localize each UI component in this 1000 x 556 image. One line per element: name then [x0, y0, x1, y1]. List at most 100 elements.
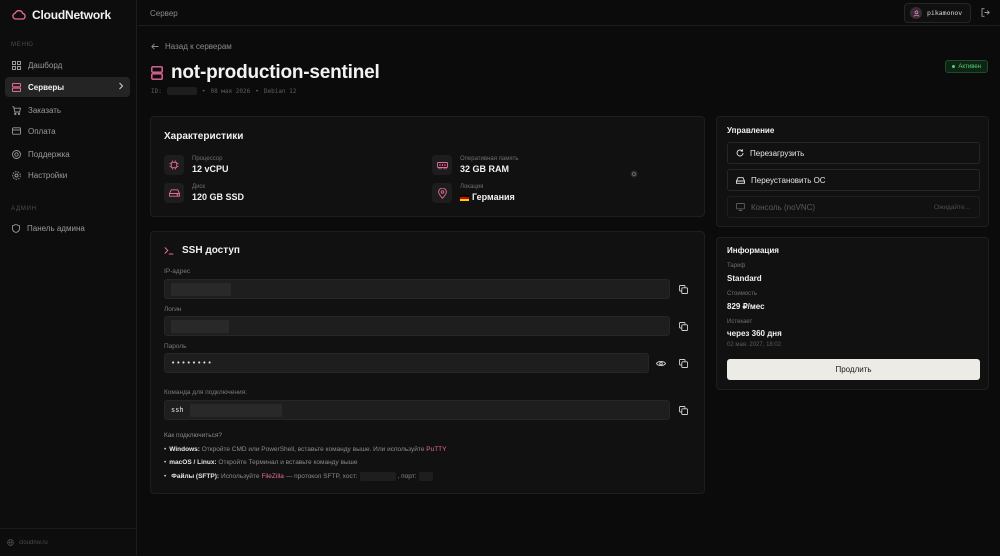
sidebar-item-support[interactable]: Поддержка [5, 144, 130, 164]
memory-icon [432, 155, 452, 175]
expires-value: через 360 дня [727, 329, 782, 338]
terminal-icon [164, 246, 174, 255]
server-id-label: ID: [151, 87, 162, 95]
spec-disk: Диск 120 GB SSD [164, 183, 244, 203]
howto-files: • Файлы (SFTP): Используйте FileZilla — п… [164, 472, 433, 481]
cost-value: 829 ₽/мес [727, 302, 765, 311]
spec-label: Оперативная память [460, 156, 519, 162]
user-menu[interactable]: pikamonov [904, 3, 971, 23]
ip-field[interactable] [164, 279, 670, 299]
brand[interactable]: CloudNetwork [12, 8, 111, 22]
howto-mac-text: Откройте Терминал и вставьте команду выш… [218, 459, 358, 466]
sidebar-item-label: Панель админа [27, 223, 85, 233]
reinstall-label: Переустановить ОС [751, 175, 826, 185]
location-icon [432, 183, 452, 203]
page-title: not-production-sentinel [171, 62, 380, 83]
sidebar-item-dashboard[interactable]: Дашборд [5, 55, 130, 75]
command-label: Команда для подключения: [164, 389, 247, 396]
logout-icon[interactable] [981, 8, 990, 17]
manage-title: Управление [727, 126, 775, 135]
domain-link[interactable]: cloudnw.ru [19, 540, 48, 546]
reinstall-os-button[interactable]: Переустановить ОС [727, 169, 980, 191]
sidebar-item-label: Настройки [28, 170, 68, 180]
sidebar-item-order[interactable]: Заказать [5, 100, 130, 120]
copy-password-button[interactable] [676, 356, 690, 370]
sidebar-item-admin-panel[interactable]: Панель админа [5, 218, 130, 238]
sidebar-item-payment[interactable]: Оплата [5, 121, 130, 141]
howto-windows-label: Windows: [169, 446, 200, 453]
ip-label: IP-адрес [164, 268, 191, 275]
copy-login-button[interactable] [676, 319, 690, 333]
server-id-redacted [166, 87, 197, 95]
filezilla-link[interactable]: FileZilla [261, 473, 283, 480]
putty-link[interactable]: PuTTY [426, 446, 446, 453]
spec-location: Локация Германия [432, 183, 515, 203]
spec-value: Германия [460, 192, 515, 202]
sidebar: CloudNetwork Меню Дашборд Серверы Заказа… [0, 0, 137, 556]
back-to-servers-link[interactable]: Назад к серверам [151, 42, 232, 51]
password-label: Пароль [164, 343, 187, 350]
howto-files-text: — протокол SFTP, хост: [285, 473, 358, 480]
back-link-label: Назад к серверам [165, 42, 232, 51]
cpu-icon [164, 155, 184, 175]
sidebar-item-label: Серверы [28, 82, 65, 92]
disk-icon [736, 176, 745, 184]
sidebar-item-settings[interactable]: Настройки [5, 165, 130, 185]
copy-ip-button[interactable] [676, 282, 690, 296]
sidebar-item-label: Оплата [28, 126, 56, 136]
sidebar-item-label: Заказать [28, 105, 62, 115]
restart-button[interactable]: Перезагрузить [727, 142, 980, 164]
server-icon [12, 82, 21, 92]
disk-icon [164, 183, 184, 203]
meta-separator: • [255, 87, 259, 95]
grid-icon [12, 60, 21, 70]
sidebar-item-servers[interactable]: Серверы [5, 77, 130, 97]
spec-value: 32 GB RAM [460, 164, 510, 174]
ip-value-redacted [171, 282, 231, 296]
spec-cpu: Процессор 12 vCPU [164, 155, 229, 175]
globe-icon [7, 539, 14, 546]
status-dot [952, 65, 956, 68]
monitor-icon [736, 203, 745, 211]
user-icon [913, 9, 920, 17]
status-badge: Активен [945, 60, 988, 73]
howto-mac: • macOS / Linux: Откройте Терминал и вста… [164, 459, 358, 466]
cart-icon [12, 105, 21, 115]
howto-files-text: Используйте [221, 473, 260, 480]
lifebuoy-icon [12, 149, 21, 159]
sftp-host-redacted [359, 472, 396, 481]
tariff-value: Standard [727, 274, 762, 283]
spec-label: Диск [192, 184, 206, 190]
card-icon [12, 127, 21, 135]
title-row: not-production-sentinel [151, 62, 380, 84]
console-status: Ожидайте... [933, 203, 970, 211]
command-field[interactable]: ssh [164, 400, 670, 420]
status-label: Активен [958, 63, 981, 70]
howto-files-label: Файлы (SFTP): [171, 473, 220, 480]
ssh-header: SSH доступ [164, 245, 240, 256]
restart-label: Перезагрузить [750, 148, 805, 158]
cloud-logo-icon [12, 10, 26, 20]
cost-label: Стоимость [727, 291, 758, 297]
spec-value: 120 GB SSD [192, 192, 245, 202]
arrow-left-icon [151, 43, 159, 50]
login-label: Логин [164, 306, 182, 313]
password-field[interactable]: •••••••• [164, 353, 649, 373]
sftp-port-redacted [418, 472, 433, 481]
extend-button[interactable]: Продлить [727, 359, 980, 380]
germany-flag-icon [460, 194, 469, 201]
specs-title: Характеристики [164, 131, 244, 142]
info-title: Информация [727, 246, 779, 255]
howto-title: Как подключиться? [164, 432, 223, 439]
username: pikamonov [927, 9, 963, 17]
console-button[interactable]: Консоль (noVNC) Ожидайте... [727, 196, 980, 218]
spec-value: 12 vCPU [192, 164, 229, 174]
show-password-button[interactable] [654, 356, 668, 370]
copy-command-button[interactable] [676, 403, 690, 417]
spec-label: Процессор [192, 156, 223, 162]
login-field[interactable] [164, 316, 670, 336]
os-name: Debian 12 [263, 87, 297, 95]
tariff-label: Тариф [727, 263, 746, 269]
howto-files-text: , порт: [397, 473, 417, 480]
chevron-right-icon [118, 82, 124, 92]
